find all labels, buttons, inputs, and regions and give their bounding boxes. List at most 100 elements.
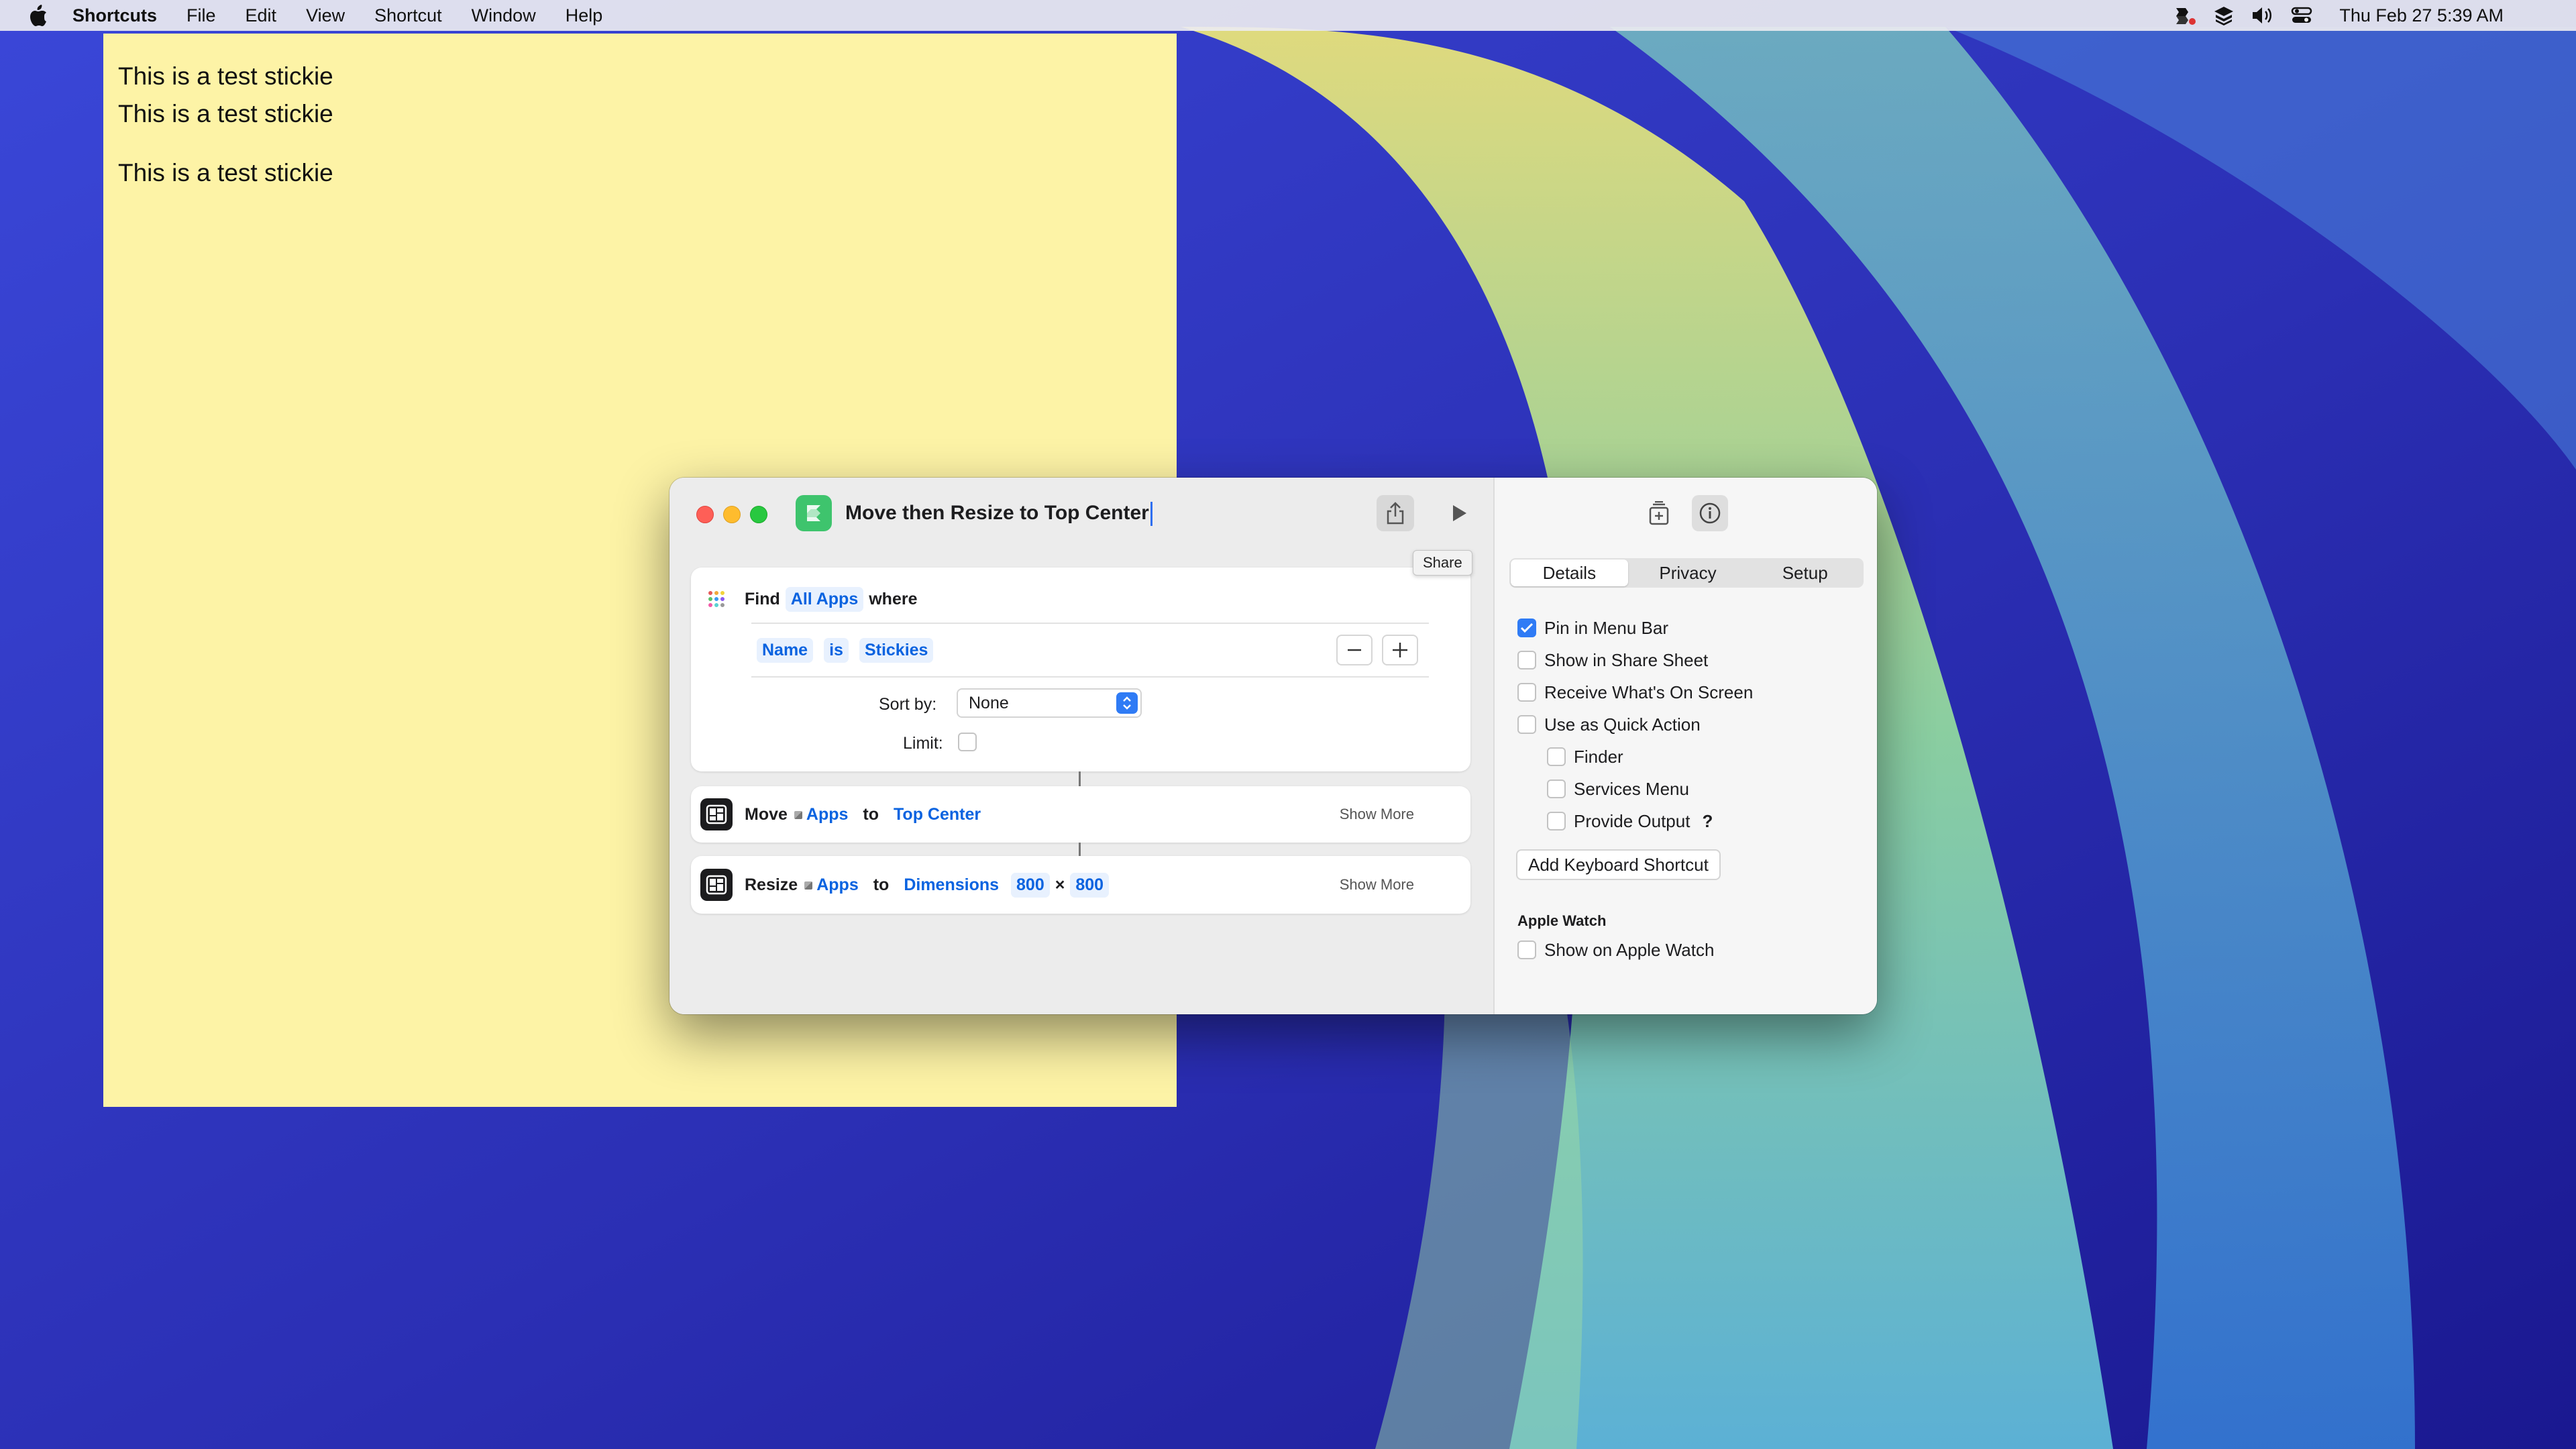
layers-icon[interactable] xyxy=(2209,0,2239,31)
sort-by-value: None xyxy=(969,693,1009,712)
tab-setup[interactable]: Setup xyxy=(1746,559,1864,586)
share-button[interactable] xyxy=(1377,495,1414,531)
move-window-action[interactable]: Move Apps to Top Center Show More xyxy=(691,786,1470,843)
find-verb: Find xyxy=(745,589,780,608)
show-on-apple-watch-checkbox[interactable] xyxy=(1517,941,1536,959)
add-keyboard-shortcut-button[interactable]: Add Keyboard Shortcut xyxy=(1516,849,1721,880)
filter-value-token[interactable]: Stickies xyxy=(859,637,934,663)
close-window-button[interactable] xyxy=(696,506,714,523)
help-question-icon[interactable]: ? xyxy=(1702,811,1713,832)
apple-logo-icon[interactable] xyxy=(27,2,50,29)
services-menu-checkbox[interactable] xyxy=(1547,780,1566,798)
resize-target-label: Apps xyxy=(816,875,859,894)
move-position-token[interactable]: Top Center xyxy=(892,802,982,827)
receive-on-screen-label: Receive What's On Screen xyxy=(1544,682,1754,702)
finder-label: Finder xyxy=(1574,746,1623,767)
move-show-more-button[interactable]: Show More xyxy=(1340,806,1414,823)
remove-filter-button[interactable] xyxy=(1336,635,1373,665)
shortcut-title-field[interactable]: Move then Resize to Top Center xyxy=(845,496,1152,530)
quick-action-option[interactable]: Use as Quick Action xyxy=(1517,711,1701,738)
finder-checkbox[interactable] xyxy=(1547,747,1566,766)
action-connector xyxy=(1079,843,1081,856)
resize-target-token[interactable]: Apps xyxy=(803,873,860,898)
pin-in-menu-bar-option[interactable]: Pin in Menu Bar xyxy=(1517,614,1668,641)
action-connector xyxy=(1079,771,1081,786)
resize-width-token[interactable]: 800 xyxy=(1011,872,1050,898)
sort-by-label: Sort by: xyxy=(879,695,937,714)
show-in-share-sheet-label: Show in Share Sheet xyxy=(1544,649,1709,670)
inspector-toolbar xyxy=(1495,495,1877,533)
apps-grid-icon xyxy=(700,583,733,615)
window-manager-icon xyxy=(700,869,733,901)
shortcuts-status-icon[interactable] xyxy=(2170,0,2200,31)
resize-verb: Resize xyxy=(745,875,798,894)
stickie-line[interactable]: This is a test stickie xyxy=(118,95,1162,133)
provide-output-option[interactable]: Provide Output ? xyxy=(1547,808,1713,835)
apps-variable-icon xyxy=(804,881,813,890)
info-icon[interactable] xyxy=(1692,495,1728,531)
shortcut-title-text[interactable]: Move then Resize to Top Center xyxy=(845,502,1149,524)
resize-action-row: Resize Apps to Dimensions 800 × 800 Show… xyxy=(691,868,1470,902)
menu-file[interactable]: File xyxy=(186,5,216,26)
find-action-header: Find All Apps where xyxy=(691,582,918,616)
move-verb: Move xyxy=(745,804,788,824)
move-target-label: Apps xyxy=(806,804,849,824)
menu-app-name[interactable]: Shortcuts xyxy=(72,5,157,26)
quick-action-checkbox[interactable] xyxy=(1517,715,1536,734)
zoom-window-button[interactable] xyxy=(750,506,767,523)
stickie-line[interactable]: This is a test stickie xyxy=(118,58,1162,95)
move-to-label: to xyxy=(863,804,879,824)
stickie-line[interactable]: This is a test stickie xyxy=(118,154,1162,192)
show-in-share-sheet-checkbox[interactable] xyxy=(1517,651,1536,669)
provide-output-label: Provide Output xyxy=(1574,810,1690,831)
resize-height-token[interactable]: 800 xyxy=(1070,872,1110,898)
sort-by-select[interactable]: None xyxy=(957,688,1142,718)
services-menu-label: Services Menu xyxy=(1574,778,1689,799)
menu-window[interactable]: Window xyxy=(472,5,536,26)
resize-times-label: × xyxy=(1055,875,1065,894)
action-library-icon[interactable] xyxy=(1641,495,1677,531)
menu-bar-clock[interactable]: Thu Feb 27 5:39 AM xyxy=(2339,5,2504,26)
resize-mode-token[interactable]: Dimensions xyxy=(902,873,1000,898)
menu-shortcut[interactable]: Shortcut xyxy=(374,5,442,26)
chevron-updown-icon xyxy=(1116,692,1138,714)
move-action-row: Move Apps to Top Center Show More xyxy=(691,798,1470,831)
menu-edit[interactable]: Edit xyxy=(246,5,277,26)
filter-operator-token[interactable]: is xyxy=(824,637,849,663)
shortcuts-window: Move then Resize to Top Center Share Fin… xyxy=(669,478,1877,1014)
control-center-icon[interactable] xyxy=(2287,0,2316,31)
receive-on-screen-option[interactable]: Receive What's On Screen xyxy=(1517,679,1753,706)
finder-option[interactable]: Finder xyxy=(1547,743,1623,770)
quick-action-label: Use as Quick Action xyxy=(1544,714,1701,735)
pin-in-menu-bar-checkbox[interactable] xyxy=(1517,619,1536,637)
apps-variable-icon xyxy=(794,810,802,819)
menu-help[interactable]: Help xyxy=(566,5,603,26)
minimize-window-button[interactable] xyxy=(723,506,741,523)
tab-privacy[interactable]: Privacy xyxy=(1629,559,1747,586)
resize-to-label: to xyxy=(873,875,890,894)
provide-output-checkbox[interactable] xyxy=(1547,812,1566,830)
find-where-label: where xyxy=(869,589,918,608)
find-apps-action[interactable]: Find All Apps where Name is Stickies Sor… xyxy=(691,568,1470,771)
limit-checkbox[interactable] xyxy=(958,733,977,751)
run-button[interactable] xyxy=(1441,495,1477,531)
limit-label: Limit: xyxy=(903,734,943,753)
menu-bar: Shortcuts File Edit View Shortcut Window… xyxy=(0,0,2576,31)
find-scope-token[interactable]: All Apps xyxy=(785,586,864,612)
volume-icon[interactable] xyxy=(2248,0,2277,31)
services-menu-option[interactable]: Services Menu xyxy=(1547,775,1689,802)
show-in-share-sheet-option[interactable]: Show in Share Sheet xyxy=(1517,647,1708,674)
resize-window-action[interactable]: Resize Apps to Dimensions 800 × 800 Show… xyxy=(691,856,1470,914)
apple-watch-heading: Apple Watch xyxy=(1517,912,1607,929)
menu-view[interactable]: View xyxy=(306,5,345,26)
resize-show-more-button[interactable]: Show More xyxy=(1340,876,1414,894)
shortcut-glyph-icon[interactable] xyxy=(796,495,832,531)
receive-on-screen-checkbox[interactable] xyxy=(1517,683,1536,702)
show-on-apple-watch-option[interactable]: Show on Apple Watch xyxy=(1517,936,1714,963)
add-filter-button[interactable] xyxy=(1382,635,1418,665)
move-target-token[interactable]: Apps xyxy=(793,802,850,827)
text-caret xyxy=(1150,502,1152,527)
show-on-apple-watch-label: Show on Apple Watch xyxy=(1544,939,1715,960)
filter-field-token[interactable]: Name xyxy=(757,637,814,663)
tab-details[interactable]: Details xyxy=(1511,559,1628,586)
